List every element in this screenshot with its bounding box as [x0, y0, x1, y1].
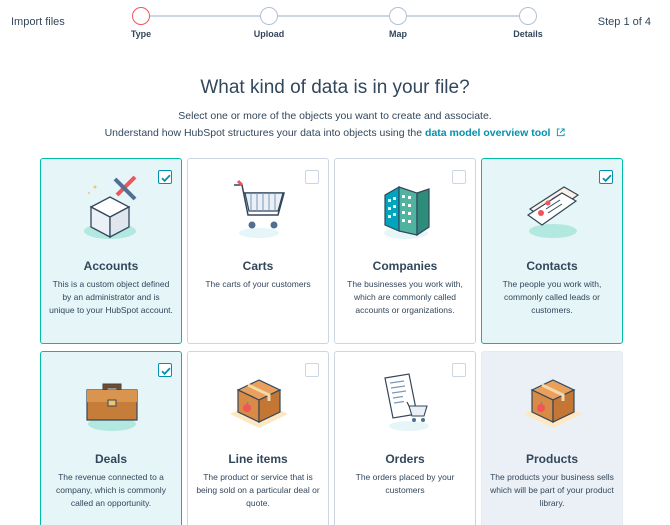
card-title: Accounts: [83, 259, 139, 273]
step-counter: Step 1 of 4: [597, 16, 651, 28]
help-text-prefix: Understand how HubSpot structures your d…: [104, 127, 423, 139]
step-label: Map: [389, 29, 407, 39]
checkbox-checked[interactable]: [158, 363, 172, 377]
card-title: Companies: [372, 259, 438, 273]
checkbox-unchecked[interactable]: [452, 363, 466, 377]
stepper-track: [141, 15, 528, 17]
product-box-icon: [524, 379, 582, 428]
object-card-deals[interactable]: Deals The revenue connected to a company…: [40, 351, 182, 525]
card-title: Line items: [228, 452, 288, 466]
object-card-line-items[interactable]: Line items The product or service that i…: [187, 351, 329, 525]
step-upload[interactable]: Upload: [229, 7, 309, 39]
step-label: Type: [130, 29, 152, 39]
card-description: The people you work with, commonly calle…: [502, 279, 602, 315]
step-label: Upload: [253, 29, 285, 39]
object-card-accounts[interactable]: Accounts This is a custom object defined…: [40, 158, 182, 344]
page-title: Import files: [11, 16, 65, 28]
object-card-contacts[interactable]: Contacts The people you work with, commo…: [481, 158, 623, 344]
checkmark-icon: [161, 367, 171, 376]
card-title: Contacts: [526, 259, 578, 273]
object-card-orders[interactable]: Orders The orders placed by your custome…: [334, 351, 476, 525]
shopping-cart-icon: [234, 179, 285, 238]
object-card-products[interactable]: Products The products your business sell…: [481, 351, 623, 525]
step-label: Details: [513, 29, 543, 39]
order-receipt-icon: [384, 373, 429, 431]
card-description: The businesses you work with, which are …: [347, 279, 463, 315]
checkbox-checked[interactable]: [599, 170, 613, 184]
object-card-companies[interactable]: Companies The businesses you work with, …: [334, 158, 476, 344]
step-details[interactable]: Details: [488, 7, 568, 39]
contact-cards-icon: [526, 186, 580, 238]
step-indicator: [260, 7, 278, 25]
card-title: Carts: [242, 259, 274, 273]
custom-object-cube-icon: [84, 175, 137, 239]
checkbox-unchecked[interactable]: [452, 170, 466, 184]
instruction-text: Select one or more of the objects you wa…: [178, 110, 492, 122]
card-title: Deals: [94, 452, 128, 466]
external-link-icon: [557, 128, 565, 137]
checkbox-unchecked[interactable]: [305, 363, 319, 377]
checkbox-unchecked[interactable]: [305, 170, 319, 184]
card-title: Products: [525, 452, 578, 466]
product-box-icon: [230, 379, 288, 428]
briefcase-icon: [86, 383, 138, 431]
card-title: Orders: [385, 452, 425, 466]
help-text: Understand how HubSpot structures your d…: [0, 127, 670, 139]
card-description: The orders placed by your customers: [355, 472, 455, 495]
step-map[interactable]: Map: [358, 7, 438, 39]
step-indicator-active: [132, 7, 150, 25]
import-header: Import files Type Upload Map Details Ste…: [0, 0, 670, 50]
step-indicator: [389, 7, 407, 25]
checkbox-checked[interactable]: [158, 170, 172, 184]
checkmark-icon: [602, 174, 612, 183]
card-description: The product or service that is being sol…: [196, 472, 320, 508]
step-indicator: [519, 7, 537, 25]
checkmark-icon: [161, 174, 171, 183]
data-model-link[interactable]: data model overview tool: [425, 127, 550, 139]
object-card-carts[interactable]: Carts The carts of your customers: [187, 158, 329, 344]
card-description: This is a custom object defined by an ad…: [49, 279, 173, 315]
section-heading: What kind of data is in your file?: [200, 77, 470, 98]
card-description: The revenue connected to a company, whic…: [56, 472, 166, 508]
card-description: The carts of your customers: [205, 279, 311, 289]
card-description: The products your business sells which w…: [490, 472, 614, 508]
step-type[interactable]: Type: [101, 7, 181, 39]
office-building-icon: [384, 185, 430, 239]
